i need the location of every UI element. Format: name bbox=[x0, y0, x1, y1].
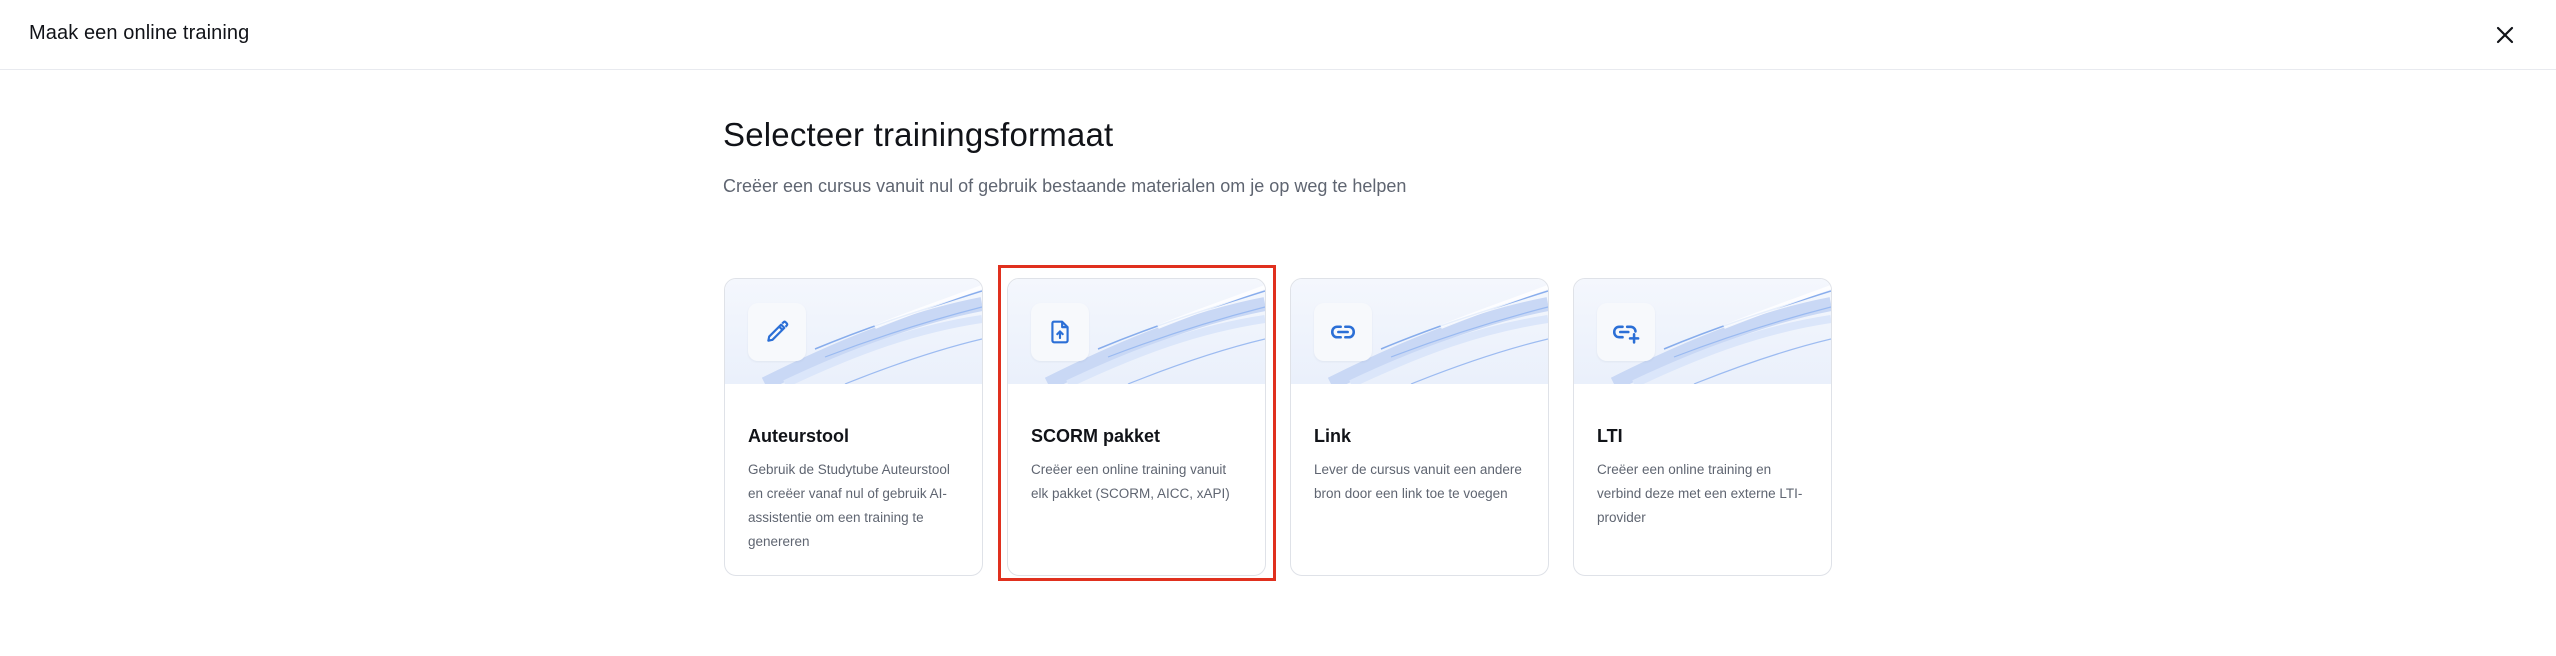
card-lti[interactable]: LTI Creëer een online training en verbin… bbox=[1573, 278, 1832, 576]
card-banner bbox=[1574, 279, 1831, 384]
card-description: Creëer een online training vanuit elk pa… bbox=[1031, 462, 1230, 501]
card-banner bbox=[725, 279, 982, 384]
page-title: Selecteer trainingsformaat bbox=[723, 116, 1114, 153]
close-icon bbox=[2496, 26, 2514, 44]
card-description: Creëer een online training en verbind de… bbox=[1597, 462, 1803, 525]
card-auteurstool[interactable]: Auteurstool Gebruik de Studytube Auteurs… bbox=[724, 278, 983, 576]
card-icon-box bbox=[1597, 303, 1655, 361]
link-icon bbox=[1330, 325, 1356, 339]
pencil-icon bbox=[767, 320, 789, 342]
modal-header: Maak een online training bbox=[0, 0, 2556, 70]
close-button[interactable] bbox=[2490, 20, 2520, 50]
card-title: SCORM pakket bbox=[1031, 426, 1161, 446]
card-link[interactable]: Link Lever de cursus vanuit een andere b… bbox=[1290, 278, 1549, 576]
card-title: Link bbox=[1314, 426, 1352, 446]
modal-title: Maak een online training bbox=[29, 22, 250, 44]
card-title: LTI bbox=[1597, 426, 1623, 446]
card-icon-box bbox=[748, 303, 806, 361]
card-description: Gebruik de Studytube Auteurstool en creë… bbox=[748, 462, 950, 549]
card-icon-box bbox=[1314, 303, 1372, 361]
card-icon-box bbox=[1031, 303, 1089, 361]
card-title: Auteurstool bbox=[748, 426, 849, 446]
card-scorm-pakket[interactable]: SCORM pakket Creëer een online training … bbox=[1007, 278, 1266, 576]
card-banner bbox=[1008, 279, 1265, 384]
card-banner bbox=[1291, 279, 1548, 384]
card-description: Lever de cursus vanuit een andere bron d… bbox=[1314, 462, 1522, 501]
page-subtitle: Creëer een cursus vanuit nul of gebruik … bbox=[723, 176, 1407, 196]
link-plus-icon bbox=[1612, 325, 1640, 344]
file-upload-icon bbox=[1051, 320, 1069, 344]
